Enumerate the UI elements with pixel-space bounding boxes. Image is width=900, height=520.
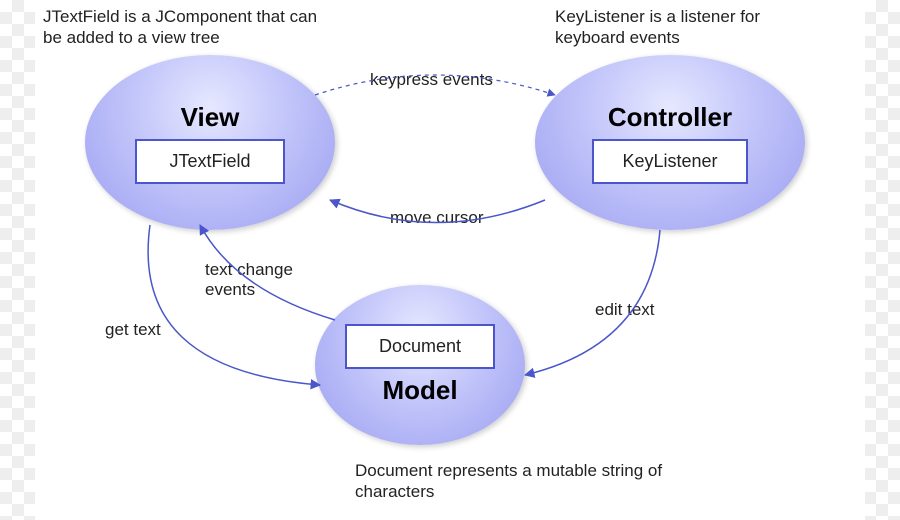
model-node: Document Model: [315, 285, 525, 445]
edge-edittext-label: edit text: [595, 300, 655, 320]
view-node: View JTextField: [85, 55, 335, 230]
controller-caption: KeyListener is a listener for keyboard e…: [555, 6, 815, 49]
model-title: Model: [382, 375, 457, 406]
view-box: JTextField: [135, 139, 285, 184]
controller-title: Controller: [608, 102, 732, 133]
diagram-canvas: JTextField is a JComponent that can be a…: [35, 0, 865, 520]
view-caption: JTextField is a JComponent that can be a…: [43, 6, 333, 49]
model-caption: Document represents a mutable string of …: [355, 460, 695, 503]
controller-node: Controller KeyListener: [535, 55, 805, 230]
edge-gettext-label: get text: [105, 320, 161, 340]
controller-box: KeyListener: [592, 139, 747, 184]
edge-movecursor-label: move cursor: [390, 208, 484, 228]
view-title: View: [181, 102, 240, 133]
edge-textchange-label: text change events: [205, 260, 315, 301]
edge-keypress-label: keypress events: [370, 70, 493, 90]
edge-view-to-model: [148, 225, 320, 385]
model-box: Document: [345, 324, 495, 369]
